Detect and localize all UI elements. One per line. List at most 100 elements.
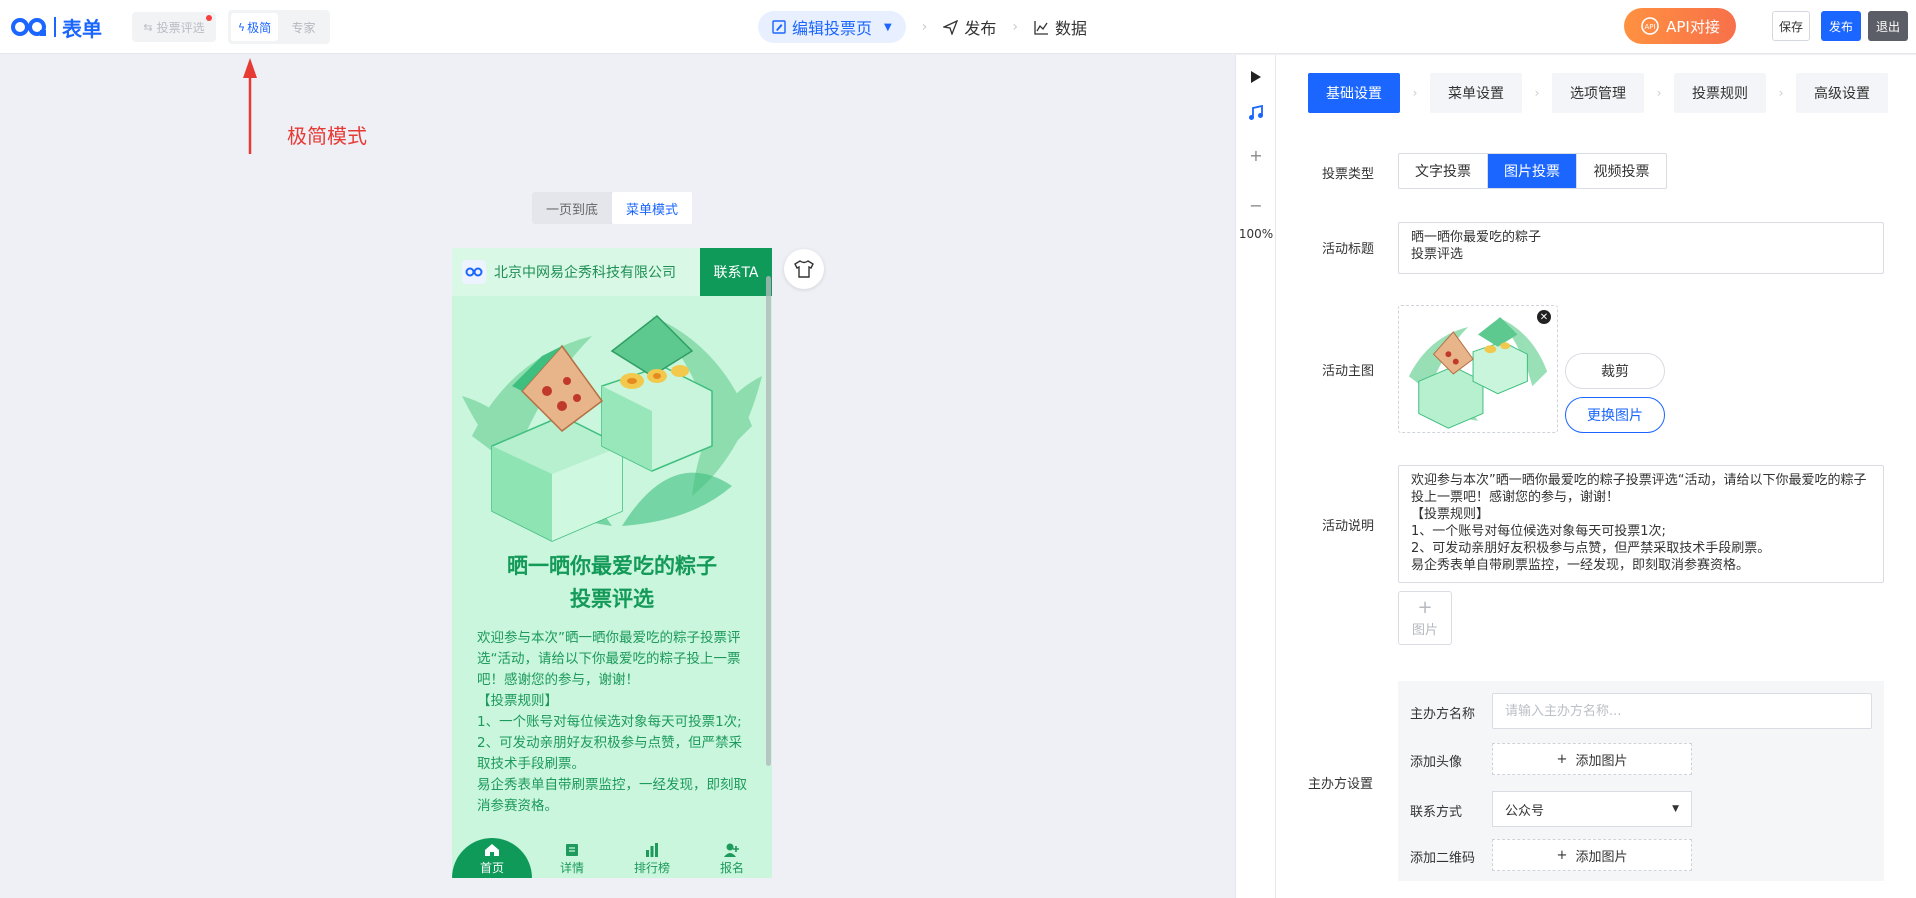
- publish-button[interactable]: 发布: [1821, 11, 1861, 41]
- organizer-settings-label: 主办方设置: [1308, 777, 1374, 792]
- tab-option-management[interactable]: 选项管理: [1552, 73, 1644, 113]
- zoom-out-icon[interactable]: −: [1236, 195, 1276, 215]
- annotation-label: 极简模式: [287, 124, 367, 148]
- avatar-label: 添加头像: [1410, 755, 1463, 770]
- activity-image-upload[interactable]: ✕: [1398, 305, 1558, 433]
- vote-type-video[interactable]: 视频投票: [1577, 154, 1666, 188]
- organizer-name-label: 主办方名称: [1410, 707, 1476, 722]
- preview-tab-signup-label: 报名: [719, 861, 744, 875]
- vote-type-label: 投票类型: [1322, 167, 1375, 182]
- replace-image-button[interactable]: 更换图片: [1565, 397, 1665, 433]
- organizer-settings-section: 主办方名称 添加头像 + 添加图片 联系方式 公众号 ▼ 添加二维码 + 添加图…: [1398, 681, 1884, 881]
- mode-simple-tab[interactable]: ϟ 极简: [231, 13, 278, 41]
- preview-tab-ranking[interactable]: 排行榜: [612, 836, 692, 878]
- vote-type-text[interactable]: 文字投票: [1399, 154, 1488, 188]
- document-icon: [566, 844, 578, 856]
- vote-type-image[interactable]: 图片投票: [1488, 154, 1577, 188]
- settings-tabs: 基础设置 › 菜单设置 › 选项管理 › 投票规则 › 高级设置: [1308, 73, 1888, 113]
- phone-preview[interactable]: 北京中网易企秀科技有限公司 联系TA 晒一晒你最爱吃的粽子 投票评选 欢迎参与本…: [452, 248, 772, 878]
- app-logo[interactable]: 表单: [10, 14, 102, 41]
- zongzi-banner-image: [462, 315, 762, 542]
- step-publish[interactable]: 发布: [943, 15, 996, 39]
- plus-icon: +: [1417, 596, 1433, 618]
- remove-image-icon[interactable]: ✕: [1537, 310, 1551, 324]
- annotation-arrow-icon: [243, 58, 257, 154]
- logo-text: 表单: [62, 16, 102, 41]
- add-user-icon: [724, 843, 739, 857]
- caret-down-icon: ▼: [1672, 804, 1679, 814]
- edit-icon: [772, 20, 786, 34]
- top-bar: 表单 ⇆ 投票评选 ϟ 极简 专家 编辑投票页 ▼ › 发布 › 数据 API …: [0, 0, 1916, 54]
- notification-dot: [206, 15, 212, 21]
- crop-button[interactable]: 裁剪: [1565, 353, 1665, 389]
- preview-tab-details[interactable]: 详情: [532, 836, 612, 878]
- view-single-page-tab[interactable]: 一页到底: [532, 192, 612, 224]
- activity-title-label: 活动标题: [1322, 242, 1375, 257]
- step-edit-label: 编辑投票页: [792, 19, 873, 38]
- preview-tab-signup[interactable]: 报名: [692, 836, 772, 878]
- contact-method-select[interactable]: 公众号 ▼: [1492, 791, 1692, 827]
- preview-title: 晒一晒你最爱吃的粽子 投票评选: [507, 554, 717, 611]
- swap-icon: ⇆: [143, 20, 153, 34]
- mode-expert-tab[interactable]: 专家: [280, 13, 327, 41]
- settings-panel: 基础设置 › 菜单设置 › 选项管理 › 投票规则 › 高级设置 投票类型 文字…: [1276, 55, 1916, 898]
- workflow-steps: 编辑投票页 ▼ › 发布 › 数据: [758, 10, 1087, 44]
- add-avatar-button[interactable]: + 添加图片: [1492, 743, 1692, 775]
- company-logo-icon: [462, 260, 486, 284]
- preview-header: 北京中网易企秀科技有限公司 联系TA: [452, 248, 772, 296]
- zoom-in-icon[interactable]: +: [1236, 145, 1276, 165]
- preview-tab-home[interactable]: 首页: [452, 836, 532, 878]
- preview-scrollbar[interactable]: [766, 276, 771, 766]
- bar-chart-icon: [646, 843, 658, 857]
- tab-basic-settings[interactable]: 基础设置: [1308, 73, 1400, 113]
- contact-button[interactable]: 联系TA: [700, 248, 772, 296]
- chevron-right-icon: ›: [921, 19, 928, 35]
- add-qrcode-button[interactable]: + 添加图片: [1492, 839, 1692, 871]
- music-note-icon: [1249, 105, 1263, 120]
- step-edit[interactable]: 编辑投票页 ▼: [758, 11, 906, 43]
- preview-tabbar: 首页 详情 排行榜 报名: [452, 836, 772, 878]
- organizer-name-input[interactable]: [1492, 693, 1872, 729]
- save-button[interactable]: 保存: [1772, 11, 1810, 41]
- activity-description-input[interactable]: 欢迎参与本次”晒一晒你最爱吃的粽子投票评选“活动，请给以下你最爱吃的粽子投上一票…: [1398, 465, 1884, 583]
- step-data[interactable]: 数据: [1034, 15, 1087, 39]
- chevron-right-icon: ›: [1656, 86, 1662, 100]
- tab-menu-settings[interactable]: 菜单设置: [1430, 73, 1522, 113]
- chevron-right-icon: ›: [1412, 86, 1418, 100]
- add-qrcode-label: 添加图片: [1575, 849, 1628, 865]
- preview-description: 欢迎参与本次”晒一晒你最爱吃的粽子投票评选“活动，请给以下你最爱吃的粽子投上一票…: [477, 630, 747, 814]
- mode-switch: ϟ 极简 专家: [228, 10, 330, 44]
- music-button[interactable]: [1236, 101, 1276, 125]
- back-to-vote-button[interactable]: ⇆ 投票评选: [132, 12, 216, 42]
- tshirt-icon: [794, 260, 814, 278]
- api-icon: API: [1641, 17, 1659, 35]
- svg-text:API: API: [1645, 23, 1656, 31]
- tab-vote-rules[interactable]: 投票规则: [1674, 73, 1766, 113]
- activity-title-input[interactable]: 晒一晒你最爱吃的粽子 投票评选: [1398, 222, 1884, 274]
- tab-advanced-settings[interactable]: 高级设置: [1796, 73, 1888, 113]
- preview-tab-home-label: 首页: [479, 861, 504, 875]
- caret-down-icon: ▼: [884, 21, 892, 33]
- vote-type-selector: 文字投票 图片投票 视频投票: [1398, 153, 1667, 189]
- view-menu-mode-tab[interactable]: 菜单模式: [612, 192, 692, 224]
- add-description-image-button[interactable]: + 图片: [1398, 591, 1452, 645]
- qrcode-label: 添加二维码: [1410, 851, 1476, 866]
- chevron-right-icon: ›: [1012, 19, 1018, 35]
- lightning-icon: ϟ: [237, 20, 246, 34]
- chevron-right-icon: ›: [1534, 86, 1540, 100]
- theme-skin-button[interactable]: [784, 249, 824, 289]
- preview-tab-ranking-label: 排行榜: [633, 861, 670, 875]
- step-publish-label: 发布: [964, 19, 997, 38]
- logo-icon: [11, 18, 46, 36]
- api-button[interactable]: API API对接: [1624, 8, 1736, 44]
- mode-expert-label: 专家: [291, 20, 316, 35]
- preview-toolstrip: + 100% −: [1235, 55, 1276, 898]
- view-mode-toggle: 一页到底 菜单模式: [532, 192, 692, 224]
- chart-line-icon: [1034, 20, 1048, 35]
- play-preview-button[interactable]: [1236, 65, 1276, 89]
- plus-icon: +: [1556, 751, 1568, 767]
- contact-method-value: 公众号: [1505, 803, 1545, 819]
- exit-button[interactable]: 退出: [1868, 11, 1908, 41]
- home-icon: [485, 844, 499, 856]
- activity-image-label: 活动主图: [1322, 364, 1375, 379]
